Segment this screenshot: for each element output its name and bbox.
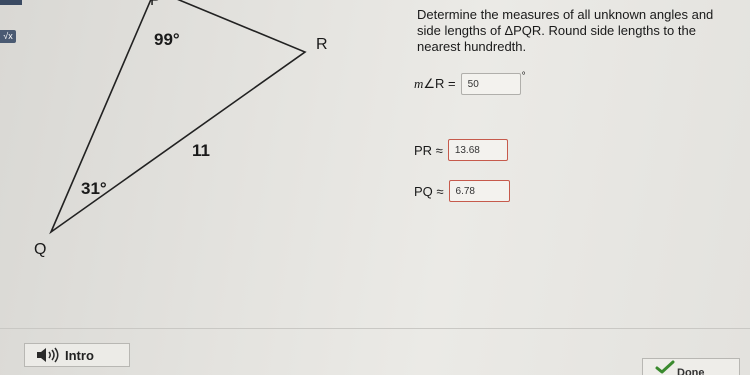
speaker-icon [37,347,59,363]
angle-p-label: 99° [154,30,180,49]
triangle-figure: P R Q 99° 31° 11 [0,0,380,300]
angle-r-label: m∠R = [414,76,456,91]
degree-unit: ° [521,71,526,82]
pq-input[interactable]: 6.78 [448,180,510,202]
vertex-r-label: R [316,36,328,53]
vertex-p-label: P [150,0,161,9]
angle-r-input[interactable]: 50 [460,73,521,95]
pr-answer-row: PR ≈ 13.68 [414,139,508,161]
done-label: Done [677,367,705,375]
pq-label: PQ ≈ [414,183,444,199]
done-button[interactable]: Done [642,358,740,375]
pr-input[interactable]: 13.68 [447,139,508,161]
angle-q-label: 31° [81,179,107,198]
side-length-label: 11 [192,141,210,160]
angle-r-answer-row: m∠R = 50 ° [414,71,526,95]
footer-divider [0,328,750,329]
intro-button[interactable]: Intro [24,343,130,367]
intro-label: Intro [65,347,94,363]
problem-statement: Determine the measures of all unknown an… [417,7,714,54]
pr-label: PR ≈ [414,142,443,158]
vertex-q-label: Q [34,241,47,258]
pq-answer-row: PQ ≈ 6.78 [414,180,510,202]
checkmark-icon [655,360,675,374]
